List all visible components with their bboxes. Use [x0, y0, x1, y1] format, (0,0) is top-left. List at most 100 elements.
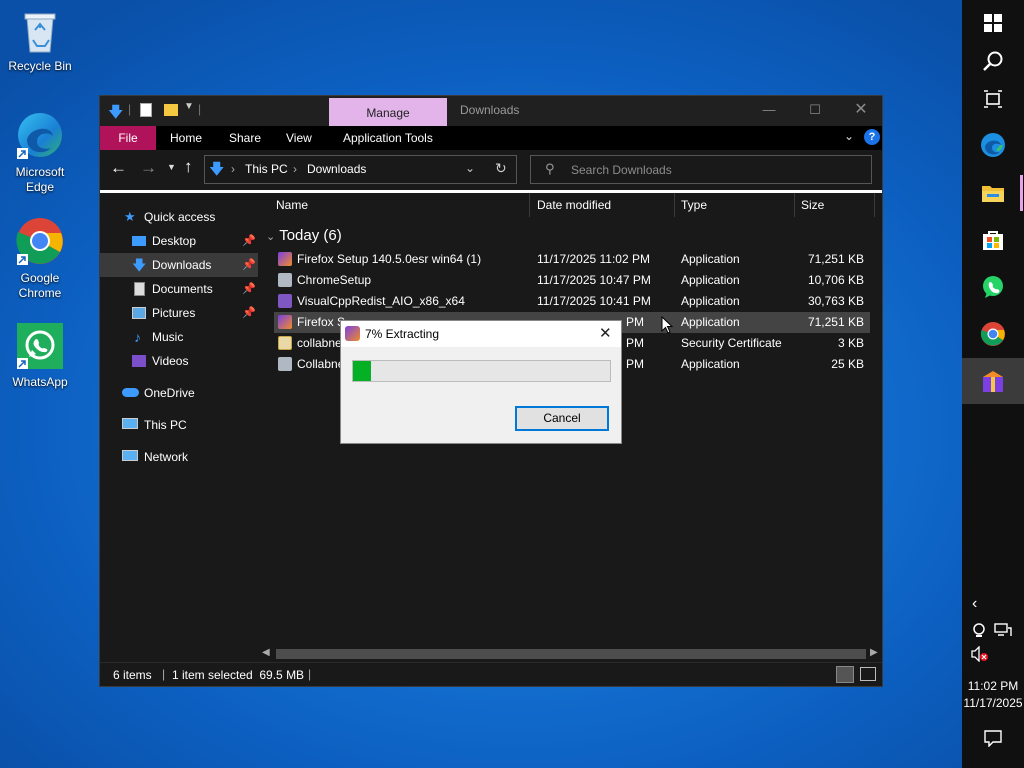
forward-button[interactable]: →: [140, 158, 157, 178]
nav-onedrive[interactable]: OneDrive: [100, 381, 258, 405]
details-view-button[interactable]: [836, 666, 854, 683]
dialog-close-button[interactable]: ✕: [599, 324, 612, 342]
extract-progress-dialog: 7% Extracting ✕ Cancel: [340, 320, 622, 444]
pin-icon[interactable]: 📌: [242, 253, 256, 277]
scroll-right-icon[interactable]: ▶: [870, 647, 878, 658]
pin-icon[interactable]: 📌: [242, 229, 256, 253]
nav-music[interactable]: ♪ Music: [100, 325, 258, 349]
action-center-icon[interactable]: [984, 730, 1002, 747]
file-type: Application: [681, 357, 740, 371]
desktop-icon-recycle-bin[interactable]: Recycle Bin: [2, 8, 78, 74]
address-bar[interactable]: 🡇 › This PC › Downloads ⌄ ↻: [204, 155, 517, 184]
taskbar-file-explorer[interactable]: [962, 170, 1024, 216]
status-bar: 6 items | 1 item selected 69.5 MB |: [100, 662, 882, 686]
properties-icon[interactable]: [140, 103, 152, 117]
minimize-button[interactable]: —: [746, 96, 792, 124]
taskbar-firefox-installer[interactable]: [962, 358, 1024, 404]
separator: |: [128, 102, 132, 116]
tab-view[interactable]: View: [286, 126, 312, 150]
file-row[interactable]: VisualCppRedist_AIO_x86_x64 11/17/2025 1…: [274, 291, 870, 312]
title-bar[interactable]: 🡇 | ▼ | Manage Downloads — ☐ ✕: [100, 96, 882, 126]
file-name: Collabne: [297, 357, 345, 371]
nav-downloads[interactable]: 🡇 Downloads 📌: [100, 253, 258, 277]
search-box[interactable]: ⚲ Search Downloads: [530, 155, 872, 184]
taskbar-store[interactable]: [962, 217, 1024, 263]
expand-ribbon-icon[interactable]: ⌄: [844, 129, 854, 143]
quick-access-down-arrow-icon[interactable]: 🡇: [108, 102, 123, 127]
meet-now-icon[interactable]: [972, 622, 988, 638]
scrollbar-thumb[interactable]: [276, 649, 866, 659]
breadcrumb-downloads[interactable]: Downloads: [307, 162, 366, 176]
large-icons-view-button[interactable]: [860, 667, 876, 681]
breadcrumb-this-pc[interactable]: This PC: [245, 162, 288, 176]
desktop-icon-whatsapp[interactable]: WhatsApp: [2, 322, 78, 390]
group-header[interactable]: ⌄ Today (6): [266, 225, 342, 247]
nav-network[interactable]: Network: [100, 445, 258, 469]
maximize-button[interactable]: ☐: [792, 96, 838, 124]
help-icon[interactable]: ?: [864, 129, 880, 145]
file-row[interactable]: Firefox Setup 140.5.0esr win64 (1) 11/17…: [274, 249, 870, 270]
address-row: ← → ▼ ↑ 🡇 › This PC › Downloads ⌄ ↻ ⚲ Se…: [100, 150, 882, 190]
tab-manage[interactable]: Manage: [329, 98, 447, 126]
back-button[interactable]: ←: [110, 158, 127, 178]
tab-home[interactable]: Home: [170, 126, 202, 150]
documents-icon: [134, 282, 145, 296]
window-title: Downloads: [460, 103, 520, 117]
pin-icon[interactable]: 📌: [242, 277, 256, 301]
refresh-icon[interactable]: ↻: [495, 160, 507, 177]
file-row[interactable]: ChromeSetup 11/17/2025 10:47 PM Applicat…: [274, 270, 870, 291]
file-name: VisualCppRedist_AIO_x86_x64: [297, 294, 465, 308]
desktop-icon-edge[interactable]: Microsoft Edge: [2, 110, 78, 195]
file-name: collabne: [297, 336, 342, 350]
downloads-arrow-icon: 🡇: [132, 257, 147, 273]
new-folder-icon[interactable]: [164, 104, 178, 116]
customize-toolbar-icon[interactable]: ▼: [184, 101, 194, 112]
dialog-title-bar[interactable]: 7% Extracting ✕: [341, 321, 621, 347]
tab-file[interactable]: File: [100, 126, 156, 150]
desktop-icon-label: WhatsApp: [12, 375, 68, 389]
volume-muted-icon[interactable]: [971, 646, 989, 662]
file-name: Firefox S: [297, 315, 346, 329]
taskbar-whatsapp[interactable]: [962, 264, 1024, 310]
task-view-button[interactable]: [962, 76, 1024, 122]
taskbar-edge[interactable]: [962, 122, 1024, 168]
nav-label: This PC: [144, 418, 187, 432]
search-icon: [983, 51, 1003, 71]
pin-icon[interactable]: 📌: [242, 301, 256, 325]
pictures-icon: [132, 307, 146, 319]
nav-quick-access[interactable]: ★ Quick access: [100, 205, 258, 229]
column-header-type[interactable]: Type: [675, 193, 795, 217]
clock-date[interactable]: 11/17/2025: [962, 696, 1024, 710]
videos-icon: [132, 355, 146, 367]
desktop-folder-icon: [132, 236, 146, 246]
network-icon[interactable]: [994, 622, 1012, 638]
nav-desktop[interactable]: Desktop 📌: [100, 229, 258, 253]
column-header-size[interactable]: Size: [795, 193, 875, 217]
scroll-left-icon[interactable]: ◀: [262, 647, 270, 658]
selection-info: 1 item selected 69.5 MB: [172, 668, 305, 682]
whatsapp-icon: [983, 276, 1003, 298]
desktop-icon-chrome[interactable]: Google Chrome: [2, 216, 78, 301]
cancel-button[interactable]: Cancel: [515, 406, 609, 431]
installer-icon: [278, 357, 292, 371]
tab-application-tools[interactable]: Application Tools: [343, 126, 433, 150]
up-button[interactable]: ↑: [184, 157, 193, 177]
column-header-name[interactable]: Name: [270, 193, 530, 217]
clock-time[interactable]: 11:02 PM: [962, 679, 1024, 693]
taskbar-chrome[interactable]: [962, 311, 1024, 357]
nav-this-pc[interactable]: This PC: [100, 413, 258, 437]
show-hidden-icons-button[interactable]: ‹: [972, 595, 977, 613]
nav-documents[interactable]: Documents 📌: [100, 277, 258, 301]
firefox-installer-icon: [983, 371, 1003, 392]
nav-videos[interactable]: Videos: [100, 349, 258, 373]
address-dropdown-icon[interactable]: ⌄: [465, 161, 475, 175]
recent-locations-button[interactable]: ▼: [167, 162, 176, 172]
file-name: ChromeSetup: [297, 273, 372, 287]
column-header-date[interactable]: Date modified: [531, 193, 675, 217]
tab-share[interactable]: Share: [229, 126, 261, 150]
close-button[interactable]: ✕: [838, 96, 884, 124]
file-size: 71,251 KB: [807, 252, 864, 266]
horizontal-scrollbar[interactable]: ◀ ▶: [258, 646, 882, 662]
nav-pictures[interactable]: Pictures 📌: [100, 301, 258, 325]
chrome-icon: [16, 218, 63, 265]
